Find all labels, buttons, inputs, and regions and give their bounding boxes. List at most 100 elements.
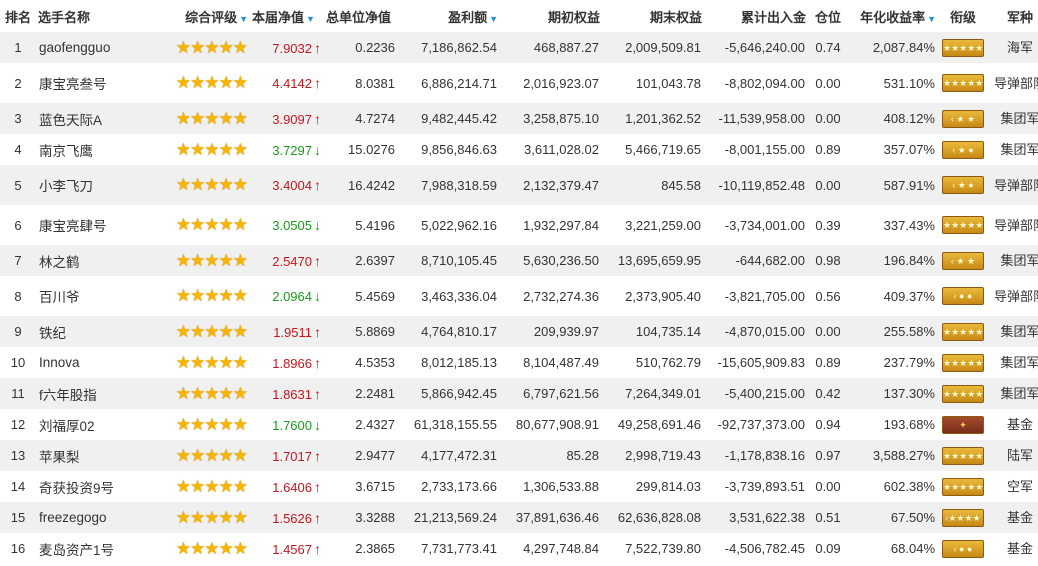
rank-badge-icon: ★★★★★ xyxy=(942,38,984,57)
table-row[interactable]: 3 蓝色天际A ★★★★★ 3.9097 ↑ 4.7274 9,482,445.42 3,25… xyxy=(0,103,1038,134)
sort-icon[interactable]: ▼ xyxy=(927,14,936,24)
arrow-up-icon: ↑ xyxy=(314,39,321,56)
table-row[interactable]: 2 康宝亮叁号 ★★★★★ 4.4142 ↑ 8.0381 6,886,214.71 2,01… xyxy=(0,63,1038,103)
table-row[interactable]: 15 freezegogo ★★★★★ 1.5626 ↑ 3.3288 21,213,569… xyxy=(0,502,1038,533)
table-row[interactable]: 12 刘福厚02 ★★★★★ 1.7600 ↓ 2.4327 61,318,155.55 80… xyxy=(0,409,1038,440)
begin-equity-cell: 8,104,487.49 xyxy=(500,347,602,378)
header-rank: 排名 xyxy=(0,0,36,32)
player-name-link[interactable]: 小李飞刀 xyxy=(36,165,150,205)
profit-cell: 5,866,942.45 xyxy=(398,378,500,409)
branch-cell: 基金 xyxy=(988,502,1038,533)
header-profit[interactable]: 盈利额 ▼ xyxy=(398,0,500,32)
player-name-link[interactable]: freezegogo xyxy=(36,502,150,533)
rank-cell: 4 xyxy=(0,134,36,165)
star-icon: ★★★★★ xyxy=(175,108,248,128)
star-icon: ★★★★★ xyxy=(175,538,248,558)
arrow-down-icon: ↓ xyxy=(314,141,321,158)
position-cell: 0.42 xyxy=(808,378,848,409)
player-name-link[interactable]: 刘福厚02 xyxy=(36,409,150,440)
star-icon: ★★★★★ xyxy=(175,175,248,194)
position-cell: 0.89 xyxy=(808,134,848,165)
profit-cell: 8,710,105.45 xyxy=(398,245,500,276)
end-equity-cell: 104,735.14 xyxy=(602,316,704,347)
annual-return-cell: 602.38% xyxy=(848,471,938,502)
rating-stars: ★★★★★ xyxy=(150,533,250,564)
branch-cell: 空军 xyxy=(988,471,1038,502)
rating-stars: ★★★★★ xyxy=(150,32,250,63)
table-row[interactable]: 5 小李飞刀 ★★★★★ 3.4004 ↑ 16.4242 7,988,318.59 2,13… xyxy=(0,165,1038,205)
header-annual[interactable]: 年化收益率 ▼ xyxy=(848,0,938,32)
military-rank-cell: ‹★★★★ xyxy=(938,502,988,533)
profit-cell: 61,318,155.55 xyxy=(398,409,500,440)
table-row[interactable]: 7 林之鹤 ★★★★★ 2.5470 ↑ 2.6397 8,710,105.45 5,630,… xyxy=(0,245,1038,276)
rank-badge-icon: ‹ ★ ● xyxy=(942,176,984,194)
table-row[interactable]: 10 Innova ★★★★★ 1.8966 ↑ 4.5353 8,012,185.13 8,… xyxy=(0,347,1038,378)
profit-cell: 3,463,336.04 xyxy=(398,276,500,316)
rank-cell: 16 xyxy=(0,533,36,564)
player-name-link[interactable]: f六年股指 xyxy=(36,378,150,409)
annual-return-cell: 237.79% xyxy=(848,347,938,378)
header-total-nav: 总单位净值 xyxy=(324,0,398,32)
table-row[interactable]: 14 奇获投资9号 ★★★★★ 1.6406 ↑ 3.6715 2,733,173.66 1,… xyxy=(0,471,1038,502)
header-rating[interactable]: 综合评级 ▼ xyxy=(150,0,250,32)
inout-cell: -8,802,094.00 xyxy=(704,63,808,103)
table-row[interactable]: 8 百川爷 ★★★★★ 2.0964 ↓ 5.4569 3,463,336.04 2,732,… xyxy=(0,276,1038,316)
rank-cell: 1 xyxy=(0,32,36,63)
header-cur-nav[interactable]: 本届净值 ▼ xyxy=(250,0,324,32)
table-row[interactable]: 16 麦岛资产1号 ★★★★★ 1.4567 ↑ 2.3865 7,731,773.41 4,… xyxy=(0,533,1038,564)
arrow-up-icon: ↑ xyxy=(314,540,321,557)
cur-nav-cell: 4.4142 ↑ xyxy=(250,63,324,103)
arrow-up-icon: ↑ xyxy=(314,323,321,340)
player-name-link[interactable]: 苹果梨 xyxy=(36,440,150,471)
rating-stars: ★★★★★ xyxy=(150,440,250,471)
player-name-link[interactable]: 康宝亮叁号 xyxy=(36,63,150,103)
table-row[interactable]: 9 铁纪 ★★★★★ 1.9511 ↑ 5.8869 4,764,810.17 209,939… xyxy=(0,316,1038,347)
player-name-link[interactable]: 南京飞鹰 xyxy=(36,134,150,165)
rating-stars: ★★★★★ xyxy=(150,471,250,502)
branch-cell: 集团军 xyxy=(988,134,1038,165)
header-military-rank: 衔级 xyxy=(938,0,988,32)
star-icon: ★★★★★ xyxy=(175,414,248,434)
sort-icon[interactable]: ▼ xyxy=(306,14,315,24)
branch-cell: 导弹部队 xyxy=(988,205,1038,245)
table-row[interactable]: 6 康宝亮肆号 ★★★★★ 3.0505 ↓ 5.4196 5,022,962.16 1,93… xyxy=(0,205,1038,245)
profit-cell: 2,733,173.66 xyxy=(398,471,500,502)
star-icon: ★★★★★ xyxy=(175,383,248,403)
total-nav-cell: 2.2481 xyxy=(324,378,398,409)
player-name-link[interactable]: gaofengguo xyxy=(36,32,150,63)
player-name-link[interactable]: 铁纪 xyxy=(36,316,150,347)
arrow-down-icon: ↓ xyxy=(314,217,321,233)
cur-nav-cell: 1.9511 ↑ xyxy=(250,316,324,347)
inout-cell: -644,682.00 xyxy=(704,245,808,276)
player-name-link[interactable]: 蓝色天际A xyxy=(36,103,150,134)
table-row[interactable]: 1 gaofengguo ★★★★★ 7.9032 ↑ 0.2236 7,186,862.5… xyxy=(0,32,1038,63)
end-equity-cell: 13,695,659.95 xyxy=(602,245,704,276)
profit-cell: 4,177,472.31 xyxy=(398,440,500,471)
cur-nav-cell: 3.0505 ↓ xyxy=(250,205,324,245)
total-nav-cell: 2.4327 xyxy=(324,409,398,440)
player-name-link[interactable]: 麦岛资产1号 xyxy=(36,533,150,564)
total-nav-cell: 4.7274 xyxy=(324,103,398,134)
cur-nav-cell: 1.5626 ↑ xyxy=(250,502,324,533)
player-name-link[interactable]: 百川爷 xyxy=(36,276,150,316)
player-name-link[interactable]: 康宝亮肆号 xyxy=(36,205,150,245)
player-name-link[interactable]: Innova xyxy=(36,347,150,378)
player-name-link[interactable]: 林之鹤 xyxy=(36,245,150,276)
table-row[interactable]: 11 f六年股指 ★★★★★ 1.8631 ↑ 2.2481 5,866,942.45 6,7… xyxy=(0,378,1038,409)
sort-icon[interactable]: ▼ xyxy=(239,14,248,24)
header-begin-equity: 期初权益 xyxy=(500,0,602,32)
total-nav-cell: 8.0381 xyxy=(324,63,398,103)
table-row[interactable]: 4 南京飞鹰 ★★★★★ 3.7297 ↓ 15.0276 9,856,846.63 3,61… xyxy=(0,134,1038,165)
header-end-equity: 期末权益 xyxy=(602,0,704,32)
star-icon: ★★★★★ xyxy=(175,73,248,92)
player-name-link[interactable]: 奇获投资9号 xyxy=(36,471,150,502)
profit-cell: 7,731,773.41 xyxy=(398,533,500,564)
star-icon: ★★★★★ xyxy=(175,139,248,159)
end-equity-cell: 2,373,905.40 xyxy=(602,276,704,316)
branch-cell: 集团军 xyxy=(988,378,1038,409)
arrow-up-icon: ↑ xyxy=(314,447,321,464)
branch-cell: 导弹部队 xyxy=(988,276,1038,316)
end-equity-cell: 845.58 xyxy=(602,165,704,205)
sort-icon[interactable]: ▼ xyxy=(489,14,498,24)
table-row[interactable]: 13 苹果梨 ★★★★★ 1.7017 ↑ 2.9477 4,177,472.31 85.28… xyxy=(0,440,1038,471)
